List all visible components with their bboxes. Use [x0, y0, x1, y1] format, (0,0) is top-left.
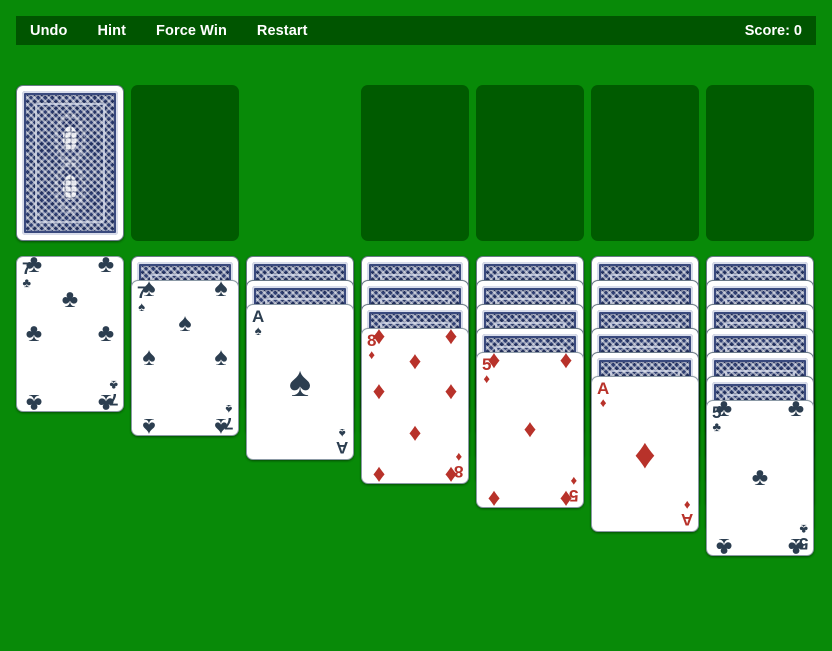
- card-pip: ♣: [25, 389, 43, 412]
- card-corner-index: A ♦: [680, 498, 693, 529]
- tableau-column-3[interactable]: A ♠ A ♠ ♠: [246, 256, 354, 484]
- foundation-clubs[interactable]: [706, 85, 814, 241]
- tableau-column-7[interactable]: 5 ♣ 5 ♣ ♣ ♣ ♣ ♣ ♣: [706, 256, 814, 580]
- game-playfield: 7 ♣ 7 ♣ ♣ ♣ ♣ ♣ ♣ ♣ ♣ 7 ♠ 7 ♠ ♠ ♠ ♠ ♠ ♠ ♠ ♠ A ♠ A ♠ ♠ 8 ♦ 8 ♦ ♦ ♦ ♦ ♦ ♦ ♦ ♦ ♦ 5…: [0, 0, 832, 651]
- card-pip: ♣: [97, 389, 115, 412]
- card-pip-area: ♦ ♦ ♦ ♦ ♦ ♦ ♦ ♦: [373, 329, 458, 483]
- stock-pile[interactable]: [16, 85, 124, 241]
- card-pip: ♦: [444, 328, 458, 350]
- card-pip: ♠: [288, 358, 312, 405]
- card-pip: ♠: [142, 343, 156, 371]
- card-pip-area: ♦ ♦ ♦ ♦ ♦: [488, 353, 573, 507]
- card-a-of-diamonds[interactable]: A ♦ A ♦ ♦: [591, 376, 699, 532]
- card-pip-area: ♠: [264, 313, 336, 451]
- card-pip: ♠: [214, 413, 228, 436]
- card-corner-index: A ♠: [335, 426, 348, 457]
- tableau-column-2[interactable]: 7 ♠ 7 ♠ ♠ ♠ ♠ ♠ ♠ ♠ ♠: [131, 256, 239, 460]
- card-pip: ♦: [559, 352, 573, 374]
- tableau-column-4[interactable]: 8 ♦ 8 ♦ ♦ ♦ ♦ ♦ ♦ ♦ ♦ ♦: [361, 256, 469, 508]
- card-pip: ♠: [214, 343, 228, 371]
- card-pip: ♦: [372, 461, 386, 484]
- card-pip: ♦: [634, 430, 656, 477]
- tableau-column-5[interactable]: 5 ♦ 5 ♦ ♦ ♦ ♦ ♦ ♦: [476, 256, 584, 532]
- card-pip-area: ♣ ♣ ♣ ♣ ♣: [716, 401, 804, 555]
- card-8-of-diamonds[interactable]: 8 ♦ 8 ♦ ♦ ♦ ♦ ♦ ♦ ♦ ♦ ♦: [361, 328, 469, 484]
- foundation-diamonds[interactable]: [591, 85, 699, 241]
- card-pip: ♣: [787, 400, 805, 422]
- card-pip-area: ♣ ♣ ♣ ♣ ♣ ♣ ♣: [26, 257, 114, 411]
- card-pip: ♣: [97, 319, 115, 347]
- card-pip: ♦: [487, 352, 501, 374]
- tableau-column-1[interactable]: 7 ♣ 7 ♣ ♣ ♣ ♣ ♣ ♣ ♣ ♣: [16, 256, 124, 436]
- card-pip-area: ♠ ♠ ♠ ♠ ♠ ♠ ♠: [142, 281, 227, 435]
- card-a-of-spades[interactable]: A ♠ A ♠ ♠: [246, 304, 354, 460]
- card-pip: ♣: [61, 284, 79, 313]
- foundation-spades[interactable]: [361, 85, 469, 241]
- card-pip: ♣: [97, 256, 115, 278]
- card-corner-index: A ♦: [597, 379, 610, 410]
- card-7-of-clubs[interactable]: 7 ♣ 7 ♣ ♣ ♣ ♣ ♣ ♣ ♣ ♣: [16, 256, 124, 412]
- card-5-of-diamonds[interactable]: 5 ♦ 5 ♦ ♦ ♦ ♦ ♦ ♦: [476, 352, 584, 508]
- card-back-pattern: [22, 91, 118, 235]
- card-pip-area: ♦: [609, 385, 681, 523]
- card-5-of-clubs[interactable]: 5 ♣ 5 ♣ ♣ ♣ ♣ ♣ ♣: [706, 400, 814, 556]
- card-corner-index: A ♠: [252, 307, 265, 338]
- card-pip: ♦: [408, 346, 422, 375]
- card-pip: ♣: [25, 319, 43, 347]
- tableau-column-6[interactable]: A ♦ A ♦ ♦: [591, 256, 699, 556]
- card-pip: ♣: [25, 256, 43, 278]
- card-pip: ♠: [142, 280, 156, 302]
- card-pip: ♠: [214, 280, 228, 302]
- card-pip: ♣: [715, 533, 733, 556]
- foundation-hearts[interactable]: [476, 85, 584, 241]
- card-pip: ♦: [559, 485, 573, 508]
- card-pip: ♣: [751, 463, 769, 491]
- card-pip: ♦: [487, 485, 501, 508]
- stock-card-back[interactable]: [16, 85, 124, 241]
- card-pip: ♦: [444, 377, 458, 406]
- card-pip: ♣: [715, 400, 733, 422]
- card-pip: ♠: [178, 308, 192, 337]
- card-7-of-spades[interactable]: 7 ♠ 7 ♠ ♠ ♠ ♠ ♠ ♠ ♠ ♠: [131, 280, 239, 436]
- card-pip: ♠: [142, 413, 156, 436]
- card-pip: ♦: [523, 415, 537, 443]
- card-pip: ♦: [444, 461, 458, 484]
- card-pip: ♦: [408, 419, 422, 448]
- card-pip: ♦: [372, 377, 386, 406]
- card-pip: ♦: [372, 328, 386, 350]
- waste-pile[interactable]: [131, 85, 239, 241]
- card-pip: ♣: [787, 533, 805, 556]
